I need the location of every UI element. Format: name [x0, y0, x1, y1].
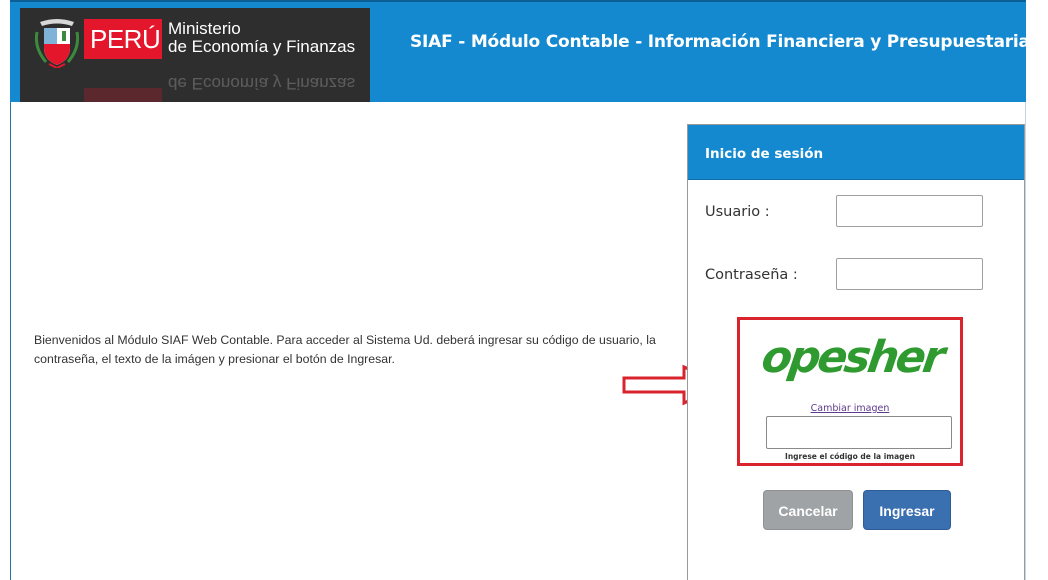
- captcha-image: opesher: [762, 332, 951, 383]
- captcha-text: opesher: [762, 332, 951, 383]
- login-title: Inicio de sesión: [705, 146, 824, 162]
- password-input[interactable]: [836, 258, 983, 290]
- login-panel-header: Inicio de sesión: [688, 125, 1024, 180]
- login-panel: Inicio de sesión Usuario : Contraseña : …: [687, 124, 1025, 580]
- captcha-hint: Ingrese el código de la imagen: [785, 452, 915, 461]
- ministry-reflection: de Economía y Finanzas: [168, 74, 356, 93]
- password-label: Contraseña :: [705, 267, 798, 283]
- captcha-highlight-box: opesher Cambiar imagen Ingrese el código…: [737, 317, 963, 466]
- login-button[interactable]: Ingresar: [863, 490, 951, 530]
- peru-flag-reflection: [84, 88, 162, 102]
- header-top-line: [10, 0, 1026, 2]
- user-label: Usuario :: [705, 204, 770, 220]
- ministry-line-2: de Economía y Finanzas: [168, 37, 356, 56]
- welcome-text: Bienvenidos al Módulo SIAF Web Contable.…: [34, 333, 656, 366]
- ministry-logo: PERÚ Ministerio de Economía y Finanzas d…: [20, 8, 370, 102]
- ministry-line-1: Ministerio: [168, 19, 241, 38]
- cancel-button[interactable]: Cancelar: [763, 490, 853, 530]
- captcha-input[interactable]: [766, 416, 952, 449]
- change-captcha-link[interactable]: Cambiar imagen: [740, 403, 960, 414]
- user-input[interactable]: [836, 195, 983, 227]
- site-title: SIAF - Módulo Contable - Información Fin…: [410, 32, 1030, 52]
- coat-of-arms-icon: [34, 19, 80, 68]
- country-name: PERÚ: [90, 24, 161, 54]
